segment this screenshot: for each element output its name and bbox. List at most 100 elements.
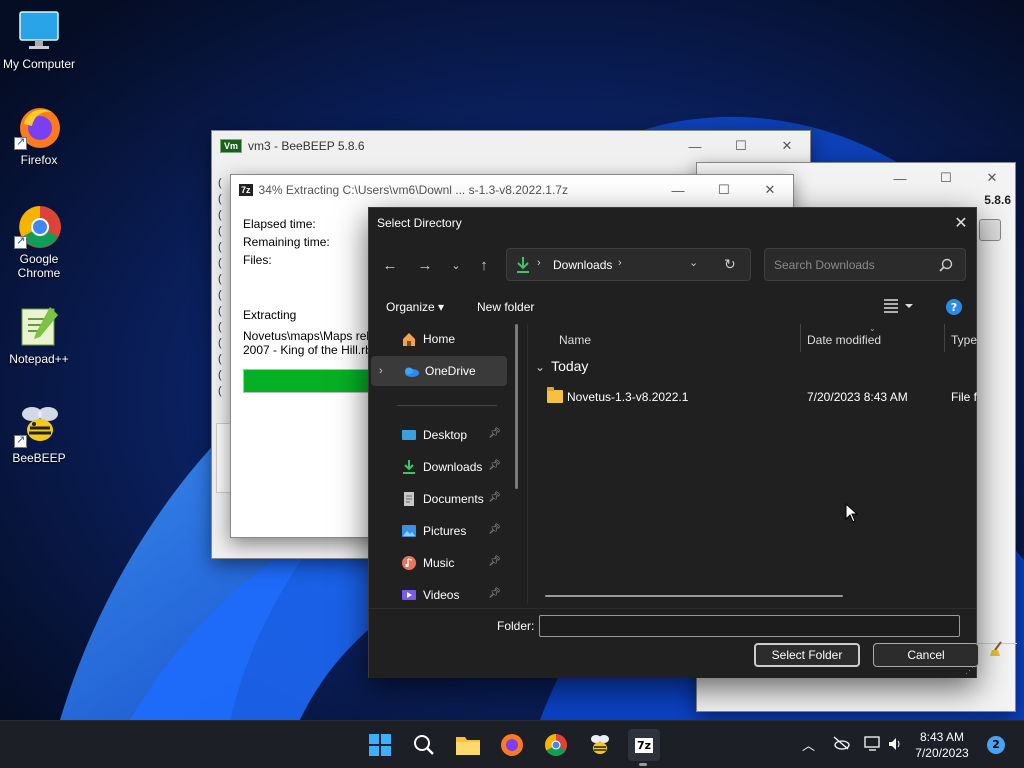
column-header-type[interactable]: Type bbox=[951, 328, 977, 352]
dialog-titlebar[interactable]: Select Directory ✕ bbox=[369, 208, 976, 238]
organize-button[interactable]: Organize ▾ bbox=[386, 300, 444, 314]
mouse-cursor-icon bbox=[845, 503, 859, 523]
pin-icon[interactable]: 📌︎ bbox=[488, 588, 501, 599]
address-location[interactable]: Downloads bbox=[553, 258, 612, 272]
current-file-line2: 2007 - King of the Hill.rbxl bbox=[243, 343, 381, 357]
close-button[interactable]: ✕ bbox=[747, 175, 793, 205]
close-button[interactable]: ✕ bbox=[764, 131, 810, 161]
nav-item-downloads[interactable]: Downloads 📌︎ bbox=[371, 452, 507, 482]
address-bar[interactable]: › Downloads › ⌄ ↻ bbox=[506, 248, 751, 281]
address-dropdown-icon[interactable]: ⌄ bbox=[689, 256, 698, 269]
nav-item-desktop[interactable]: Desktop 📌︎ bbox=[371, 420, 507, 450]
sevenzip-icon: 7z bbox=[239, 184, 253, 196]
cancel-button[interactable]: Cancel bbox=[873, 643, 979, 667]
nav-item-pictures[interactable]: Pictures 📌︎ bbox=[371, 516, 507, 546]
navigation-scrollbar[interactable] bbox=[515, 324, 518, 489]
desktop-icon-notepadpp[interactable]: Notepad++ bbox=[0, 303, 78, 366]
nav-item-music[interactable]: Music 📌︎ bbox=[371, 548, 507, 578]
dialog-footer: Folder: Select Folder Cancel ⋰ bbox=[369, 608, 979, 678]
desktop-icon bbox=[401, 427, 417, 443]
pin-icon[interactable]: 📌︎ bbox=[488, 460, 501, 471]
select-directory-dialog[interactable]: Select Directory ✕ ← → ⌄ ↑ › Downloads ›… bbox=[368, 207, 979, 678]
show-hidden-icons-chevron-icon[interactable]: ︿ bbox=[802, 735, 815, 754]
up-arrow-icon[interactable]: ↑ bbox=[470, 254, 498, 276]
pin-icon[interactable]: 📌︎ bbox=[488, 492, 501, 503]
collapse-chevron-icon[interactable]: ⌄ bbox=[535, 360, 545, 374]
extracting-label: Extracting bbox=[243, 308, 297, 322]
downloads-icon bbox=[401, 459, 417, 475]
maximize-button[interactable]: ☐ bbox=[923, 163, 969, 193]
column-separator[interactable] bbox=[944, 324, 945, 352]
search-icon bbox=[939, 258, 953, 272]
search-input[interactable]: Search Downloads bbox=[774, 258, 875, 272]
select-folder-button[interactable]: Select Folder bbox=[754, 643, 860, 667]
pin-icon[interactable]: 📌︎ bbox=[488, 524, 501, 535]
file-list[interactable]: Name Date modified ⌄ Type ⌄ Today Novetus… bbox=[529, 324, 977, 604]
notification-badge[interactable]: 2 bbox=[987, 736, 1005, 754]
close-button[interactable]: ✕ bbox=[969, 163, 1015, 193]
network-icon[interactable] bbox=[864, 736, 882, 756]
minimize-button[interactable]: — bbox=[672, 131, 718, 161]
desktop-icon-firefox[interactable]: Firefox bbox=[0, 104, 78, 167]
column-header-name[interactable]: Name bbox=[559, 328, 591, 352]
sevenzip-titlebar[interactable]: 7z 34% Extracting C:\Users\vm6\Downl ...… bbox=[231, 175, 793, 205]
chrome-icon[interactable] bbox=[540, 729, 572, 761]
help-icon[interactable]: ? bbox=[945, 298, 963, 319]
onedrive-icon bbox=[403, 363, 419, 379]
minimize-button[interactable]: — bbox=[877, 163, 923, 193]
nav-item-videos[interactable]: Videos 📌︎ bbox=[371, 580, 507, 604]
music-icon bbox=[401, 555, 417, 571]
search-icon[interactable] bbox=[408, 729, 440, 761]
notepadpp-icon bbox=[16, 303, 62, 349]
navigation-pane[interactable]: Home › OneDrive Desktop 📌︎ Downloads 📌︎ … bbox=[369, 324, 527, 604]
recent-locations-chevron-icon[interactable]: ⌄ bbox=[442, 254, 470, 276]
nav-item-home[interactable]: Home bbox=[371, 324, 507, 354]
pane-splitter[interactable] bbox=[527, 324, 528, 604]
folder-input[interactable] bbox=[539, 615, 960, 637]
new-folder-button[interactable]: New folder bbox=[477, 300, 534, 314]
file-explorer-icon[interactable] bbox=[452, 729, 484, 761]
pin-icon[interactable]: 📌︎ bbox=[488, 428, 501, 439]
file-row[interactable]: Novetus-1.3-v8.2022.1 7/20/2023 8:43 AM … bbox=[547, 387, 977, 409]
breadcrumb-chevron-icon[interactable]: › bbox=[618, 257, 622, 269]
desktop-icon-beebeep[interactable]: BeeBEEP bbox=[0, 402, 78, 465]
column-separator[interactable] bbox=[800, 324, 801, 352]
minimize-button[interactable]: — bbox=[655, 175, 701, 205]
file-name: Novetus-1.3-v8.2022.1 bbox=[567, 390, 689, 404]
taskbar: 7z ︿ 8:43 AM 7/20/2023 2 bbox=[0, 720, 1024, 768]
sevenzip-title: 34% Extracting C:\Users\vm6\Downl ... s-… bbox=[258, 183, 568, 197]
maximize-button[interactable]: ☐ bbox=[718, 131, 764, 161]
search-box[interactable]: Search Downloads bbox=[764, 248, 966, 281]
close-button[interactable]: ✕ bbox=[946, 208, 976, 238]
beebeep-titlebar[interactable]: Vm vm3 - BeeBEEP 5.8.6 — ☐ ✕ bbox=[212, 131, 810, 161]
nav-item-documents[interactable]: Documents 📌︎ bbox=[371, 484, 507, 514]
folder-icon bbox=[547, 387, 563, 403]
maximize-button[interactable]: ☐ bbox=[701, 175, 747, 205]
beebeep-version-label: 5.8.6 bbox=[984, 193, 1011, 207]
pin-icon[interactable]: 📌︎ bbox=[488, 556, 501, 567]
dialog-title: Select Directory bbox=[377, 216, 462, 230]
onedrive-offline-icon[interactable] bbox=[832, 736, 850, 754]
monitor-icon bbox=[16, 8, 62, 54]
horizontal-scrollbar[interactable] bbox=[545, 595, 843, 597]
windows-start-icon[interactable] bbox=[364, 729, 396, 761]
system-clock[interactable]: 8:43 AM 7/20/2023 bbox=[902, 729, 982, 761]
firefox-icon[interactable] bbox=[496, 729, 528, 761]
broom-icon[interactable] bbox=[989, 641, 1005, 657]
view-options-icon[interactable] bbox=[883, 298, 913, 317]
desktop-icon-my-computer[interactable]: My Computer bbox=[0, 8, 78, 71]
volume-icon[interactable] bbox=[887, 736, 903, 756]
group-header-today[interactable]: ⌄ Today bbox=[535, 358, 588, 374]
forward-arrow-icon[interactable]: → bbox=[411, 254, 439, 276]
shortcut-arrow-icon bbox=[14, 433, 27, 448]
beebeep-icon[interactable] bbox=[584, 729, 616, 761]
desktop-icon-chrome[interactable]: Google Chrome bbox=[0, 203, 78, 280]
trash-icon[interactable] bbox=[979, 219, 1001, 241]
back-arrow-icon[interactable]: ← bbox=[376, 254, 404, 276]
nav-item-onedrive[interactable]: › OneDrive bbox=[371, 356, 507, 386]
expand-chevron-icon[interactable]: › bbox=[379, 365, 393, 377]
sevenzip-icon[interactable]: 7z bbox=[628, 729, 660, 761]
refresh-icon[interactable]: ↻ bbox=[724, 256, 736, 273]
resize-grip-icon[interactable]: ⋰ bbox=[965, 665, 974, 676]
current-file-line1: Novetus\maps\Maps relea bbox=[243, 329, 383, 343]
